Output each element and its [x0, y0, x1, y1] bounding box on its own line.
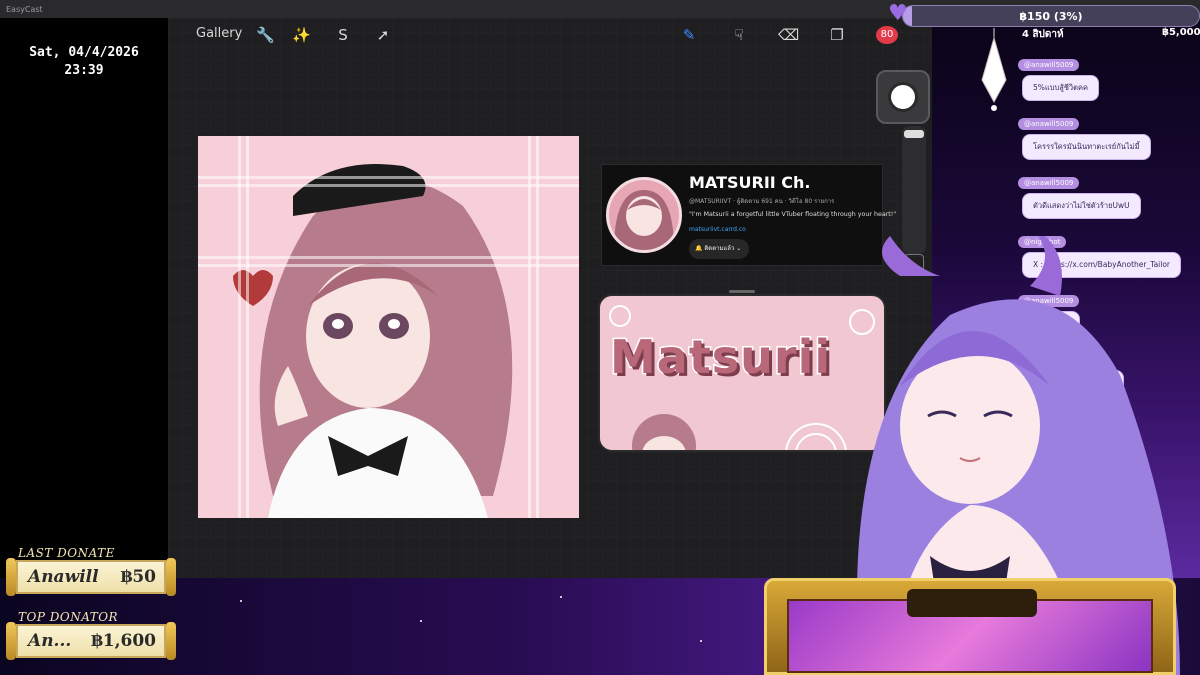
- channel-name: MATSURII Ch.: [689, 173, 811, 192]
- top-donator-title: Top Donator: [18, 610, 119, 624]
- selection-icon[interactable]: S: [334, 26, 352, 44]
- plaid-line: [528, 136, 531, 518]
- plaid-line: [198, 256, 579, 259]
- eraser-icon[interactable]: ⌫: [778, 26, 799, 44]
- star: [700, 640, 702, 642]
- scroll-cap-left: [6, 558, 16, 596]
- chevron-down-icon: ⌄: [736, 245, 742, 252]
- plaid-line: [238, 136, 241, 518]
- heart-icon: ♥: [888, 1, 908, 26]
- transform-arrow-icon[interactable]: ➚: [374, 26, 392, 44]
- star: [420, 620, 422, 622]
- goal-target: ฿5,000: [1162, 27, 1200, 38]
- last-donor-amount: ฿50: [120, 567, 157, 587]
- channel-description: "I'm Matsurii a forgetful little VTuber …: [689, 211, 897, 218]
- layers-icon[interactable]: ❐: [828, 26, 846, 44]
- plaid-line: [536, 136, 539, 518]
- slider-handle[interactable]: [904, 130, 924, 138]
- chat-message-text: ตัวดีแสดงว่าไม่ใช่ตัวร้ายUwU: [1022, 193, 1141, 219]
- top-donator-scroll: An... ฿1,600: [16, 624, 166, 658]
- top-donor-name: An...: [28, 631, 72, 651]
- last-donor-name: Anawill: [28, 567, 99, 587]
- artwork-canvas: [198, 136, 579, 518]
- avatar-illustration: [614, 190, 674, 250]
- clock-time: 23:39: [64, 63, 104, 78]
- chat-message: @anawill5009 โครรรใครมันนินทาตะเรย์กันไม่…: [1018, 111, 1200, 170]
- plaid-line: [198, 184, 579, 187]
- brush-icon[interactable]: ✎: [680, 26, 698, 44]
- anime-girl-illustration: [233, 164, 513, 518]
- plaid-line: [198, 176, 579, 179]
- left-panel: [0, 18, 168, 578]
- window-title: EasyCast: [6, 5, 43, 14]
- scroll-cap-right: [166, 622, 176, 660]
- vtuber-desk: [764, 578, 1176, 675]
- brush-size-button[interactable]: [876, 70, 930, 124]
- chat-username: @anawill5009: [1018, 177, 1080, 189]
- goal-date-label: 4 สิปดาห์: [1022, 29, 1064, 40]
- bell-icon: 🔔: [695, 245, 703, 252]
- color-icon[interactable]: 80: [876, 26, 898, 44]
- goal-progress-text: ฿150 (3%): [1019, 10, 1083, 23]
- scroll-cap-right: [166, 558, 176, 596]
- desk-vent: [907, 589, 1037, 617]
- scroll-cap-left: [6, 622, 16, 660]
- top-donor-amount: ฿1,600: [90, 631, 156, 651]
- chat-message-text: 5%แบบสู้ชีวิตคค: [1022, 75, 1100, 101]
- plaid-line: [246, 136, 249, 518]
- chat-message-text: โครรรใครมันนินทาตะเรย์กันไม่มี้: [1022, 134, 1151, 160]
- chat-username: @anawill5009: [1018, 59, 1080, 71]
- smudge-icon[interactable]: ☟: [730, 26, 748, 44]
- channel-meta: @MATSURIIVT · ผู้ติดตาม 691 คน · วิดีโอ …: [689, 198, 835, 205]
- channel-avatar[interactable]: [606, 177, 682, 253]
- top-donator-panel: Top Donator An... ฿1,600: [6, 610, 176, 660]
- crystal-pendant-icon: [981, 28, 1007, 111]
- subscribe-label: ติดตามแล้ว: [704, 245, 735, 252]
- last-donate-title: Last Donate: [18, 546, 115, 560]
- magic-wand-icon[interactable]: ✨: [292, 26, 311, 44]
- procreate-toolbar: Gallery 🔧 ✨ S ➚ ✎ ☟ ⌫ ❐ 80: [168, 18, 932, 52]
- gallery-button[interactable]: Gallery: [196, 26, 242, 41]
- last-donate-panel: Last Donate Anawill ฿50: [6, 546, 176, 596]
- star: [240, 600, 242, 602]
- chat-username: @anawill5009: [1018, 118, 1080, 130]
- last-donate-scroll: Anawill ฿50: [16, 560, 166, 594]
- chat-message: @anawill5009 5%แบบสู้ชีวิตคค: [1018, 52, 1200, 111]
- chat-message: @anawill5009 ตัวดีแสดงว่าไม่ใช่ตัวร้ายUwU: [1018, 170, 1200, 229]
- brush-dot-icon: [891, 85, 915, 109]
- wrench-icon[interactable]: 🔧: [256, 26, 275, 44]
- banner-drag-handle[interactable]: [729, 290, 755, 293]
- color-count: 80: [880, 29, 894, 40]
- stream-overlay: EasyCast Sat, 04/4/2026 23:39 Gallery 🔧 …: [0, 0, 1200, 675]
- plaid-line: [198, 264, 579, 267]
- opacity-slider[interactable]: [902, 126, 926, 254]
- channel-link[interactable]: matsuriivt.carrd.co: [689, 226, 746, 233]
- donation-goal-bar: ฿150 (3%): [902, 5, 1200, 27]
- subscribe-button[interactable]: 🔔 ติดตามแล้ว ⌄: [689, 239, 750, 259]
- star: [560, 596, 562, 598]
- clock-date: Sat, 04/4/2026: [29, 45, 139, 60]
- clock: Sat, 04/4/2026 23:39: [0, 44, 168, 80]
